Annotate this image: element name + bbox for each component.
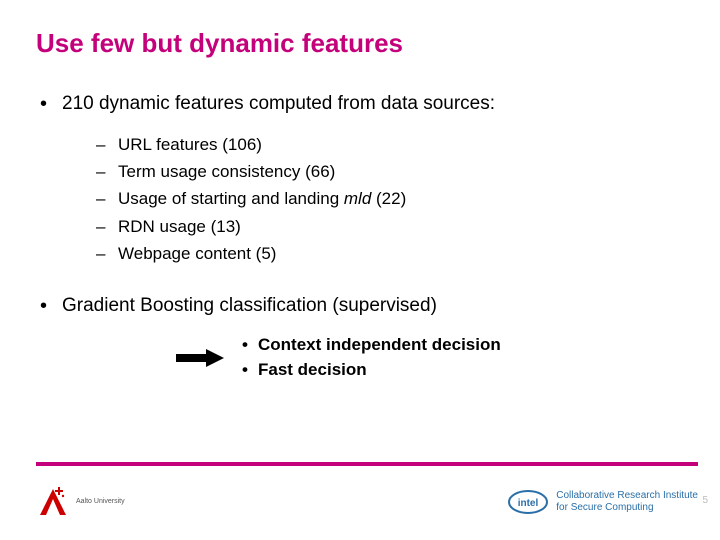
feature-breakdown-list: URL features (106) Term usage consistenc… xyxy=(96,131,684,267)
intel-line1: Collaborative Research Institute xyxy=(556,490,698,502)
intel-logo-icon: intel xyxy=(508,490,548,514)
slide-content: 210 dynamic features computed from data … xyxy=(36,93,684,382)
slide-title: Use few but dynamic features xyxy=(36,28,684,59)
aalto-text: Aalto University xyxy=(76,498,125,506)
list-item: URL features (106) xyxy=(96,131,684,158)
svg-text:intel: intel xyxy=(518,498,539,509)
list-item: Webpage content (5) xyxy=(96,240,684,267)
list-item: Context independent decision xyxy=(242,333,501,358)
bullet-classifier: Gradient Boosting classification (superv… xyxy=(36,295,684,317)
divider xyxy=(36,462,698,466)
list-item: Usage of starting and landing mld (22) xyxy=(96,185,684,212)
bullet-features-count: 210 dynamic features computed from data … xyxy=(36,93,684,115)
page-number: 5 xyxy=(702,495,708,506)
decision-properties: Context independent decision Fast decisi… xyxy=(242,333,501,382)
arrow-row: Context independent decision Fast decisi… xyxy=(176,333,684,382)
slide: Use few but dynamic features 210 dynamic… xyxy=(0,0,720,540)
intel-line2: for Secure Computing xyxy=(556,502,698,514)
aalto-logo: Aalto University xyxy=(36,485,125,519)
aalto-mark-icon xyxy=(36,485,70,519)
intel-cri-text: Collaborative Research Institute for Sec… xyxy=(556,490,698,514)
footer: Aalto University intel Collaborative Res… xyxy=(36,476,698,528)
intel-cri-logo: intel Collaborative Research Institute f… xyxy=(508,490,698,514)
italic-term: mld xyxy=(344,189,371,208)
arrow-right-icon xyxy=(176,349,224,367)
list-item: RDN usage (13) xyxy=(96,213,684,240)
list-item: Fast decision xyxy=(242,358,501,383)
list-item: Term usage consistency (66) xyxy=(96,158,684,185)
